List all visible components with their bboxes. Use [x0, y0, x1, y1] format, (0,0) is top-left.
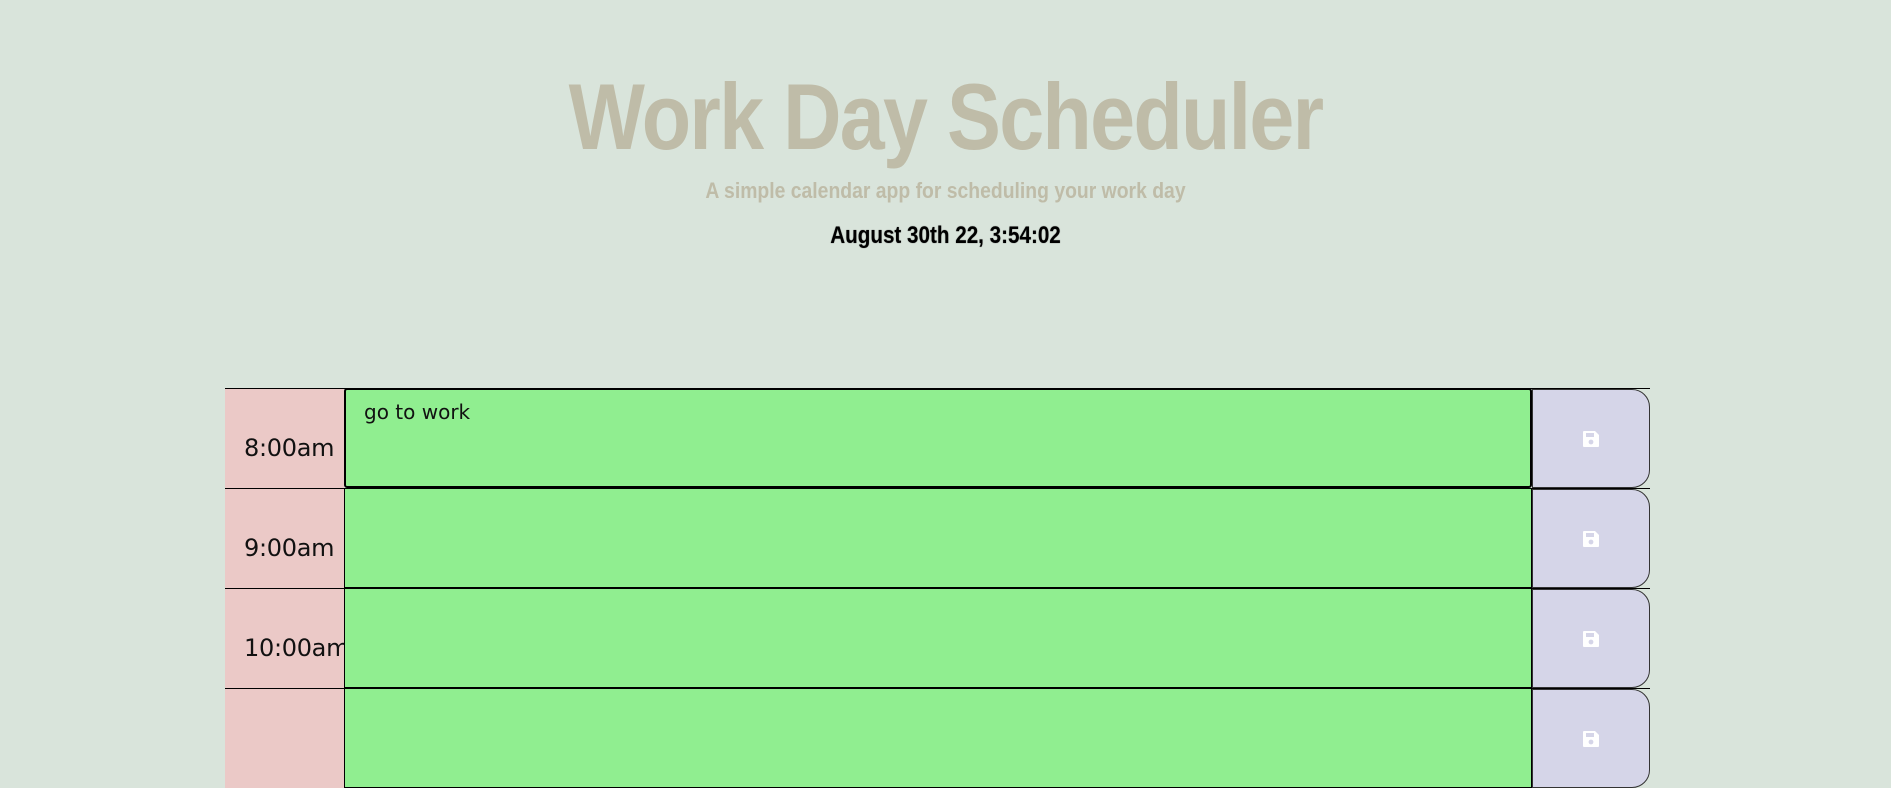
- time-block: 9:00am: [225, 488, 1650, 588]
- hour-label: 8:00am: [244, 434, 335, 462]
- current-day: August 30th 22, 3:54:02: [830, 222, 1061, 249]
- time-block: [225, 688, 1650, 788]
- save-button[interactable]: [1532, 689, 1650, 788]
- save-icon: [1583, 430, 1599, 447]
- header: Work Day Scheduler A simple calendar app…: [0, 0, 1891, 300]
- time-block: 8:00am go to work: [225, 388, 1650, 488]
- hour-cell: 9:00am: [225, 489, 344, 588]
- hour-cell: 10:00am: [225, 589, 349, 688]
- save-icon: [1583, 530, 1599, 547]
- time-block: 10:00am: [225, 588, 1650, 688]
- save-button[interactable]: [1532, 589, 1650, 688]
- hour-cell: 8:00am: [225, 389, 344, 488]
- event-description-input[interactable]: [344, 689, 1532, 788]
- save-button[interactable]: [1532, 389, 1650, 488]
- hour-label: 10:00am: [244, 634, 350, 662]
- page-title: Work Day Scheduler: [568, 64, 1324, 169]
- page-subtitle: A simple calendar app for scheduling you…: [705, 178, 1186, 203]
- event-description-input[interactable]: go to work: [344, 388, 1532, 488]
- save-button[interactable]: [1532, 489, 1650, 588]
- event-description-input[interactable]: [344, 489, 1532, 588]
- save-icon: [1583, 630, 1599, 647]
- hour-cell: [225, 689, 344, 788]
- save-icon: [1583, 730, 1599, 747]
- hour-label: 9:00am: [244, 534, 335, 562]
- schedule-container: 8:00am go to work 9:00am 10:00am: [225, 388, 1650, 788]
- event-description-input[interactable]: [344, 589, 1532, 688]
